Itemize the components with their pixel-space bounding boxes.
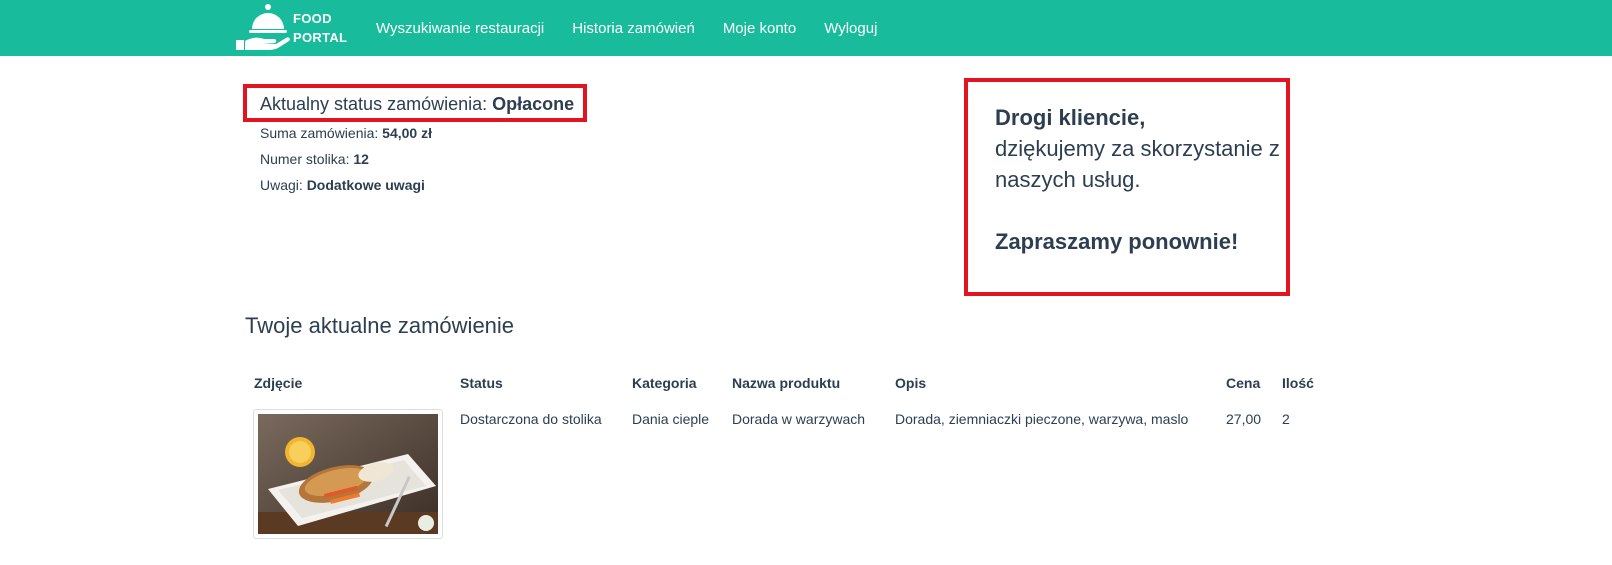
product-photo[interactable]: [253, 409, 443, 539]
fish-dish-photo-icon: [258, 414, 438, 534]
col-header-description: Opis: [895, 375, 927, 391]
current-order-title: Twoje aktualne zamówienie: [245, 313, 515, 338]
cell-status: Dostarczona do stolika: [460, 411, 602, 427]
thank-you-message: Drogi kliencie, dziękujemy za skorzystan…: [995, 102, 1285, 257]
table-number-value: 12: [353, 151, 369, 167]
thank-you-greeting: Drogi kliencie,: [995, 105, 1146, 130]
nav-order-history[interactable]: Historia zamówień: [558, 20, 709, 37]
order-sum-value: 54,00 zł: [382, 125, 432, 141]
order-status-value: Opłacone: [492, 94, 575, 114]
nav-my-account[interactable]: Moje konto: [709, 20, 810, 37]
cell-product-name: Dorada w warzywach: [732, 411, 866, 427]
cell-quantity: 2: [1282, 411, 1290, 427]
thank-you-invite: Zapraszamy ponownie!: [995, 229, 1239, 254]
col-header-photo: Zdjęcie: [254, 375, 303, 391]
cell-price: 27,00: [1226, 411, 1262, 427]
nav-restaurant-search[interactable]: Wyszukiwanie restauracji: [362, 20, 558, 37]
col-header-quantity: Ilość: [1282, 375, 1314, 391]
cell-category: Dania cieple: [632, 411, 710, 427]
cell-description: Dorada, ziemniaczki pieczone, warzywa, m…: [895, 411, 1189, 427]
nav-logout[interactable]: Wyloguj: [810, 20, 891, 37]
order-sum: Suma zamówienia: 54,00 zł: [260, 125, 432, 141]
order-notes-value: Dodatkowe uwagi: [306, 177, 425, 193]
table-number: Numer stolika: 12: [260, 151, 369, 167]
order-notes-label: Uwagi:: [260, 177, 307, 193]
top-navbar: FOOD PORTAL Wyszukiwanie restauracji His…: [0, 0, 1612, 56]
logo-line-food: FOOD: [293, 11, 332, 26]
thank-you-text: dziękujemy za skorzystanie z naszych usł…: [995, 136, 1280, 192]
col-header-product-name: Nazwa produktu: [732, 375, 841, 391]
order-status: Aktualny status zamówienia: Opłacone: [260, 94, 574, 115]
cloche-hand-icon: [236, 4, 290, 50]
col-header-status: Status: [460, 375, 503, 391]
order-sum-label: Suma zamówienia:: [260, 125, 383, 141]
order-notes: Uwagi: Dodatkowe uwagi: [260, 177, 425, 193]
table-number-label: Numer stolika:: [260, 151, 354, 167]
nav-links: Wyszukiwanie restauracji Historia zamówi…: [362, 0, 891, 56]
col-header-price: Cena: [1226, 375, 1261, 391]
logo-line-portal: PORTAL: [293, 30, 348, 45]
col-header-category: Kategoria: [632, 375, 697, 391]
order-status-label: Aktualny status zamówienia:: [260, 94, 493, 114]
logo-text: FOOD PORTAL: [293, 9, 347, 47]
food-portal-logo[interactable]: FOOD PORTAL: [236, 2, 348, 52]
